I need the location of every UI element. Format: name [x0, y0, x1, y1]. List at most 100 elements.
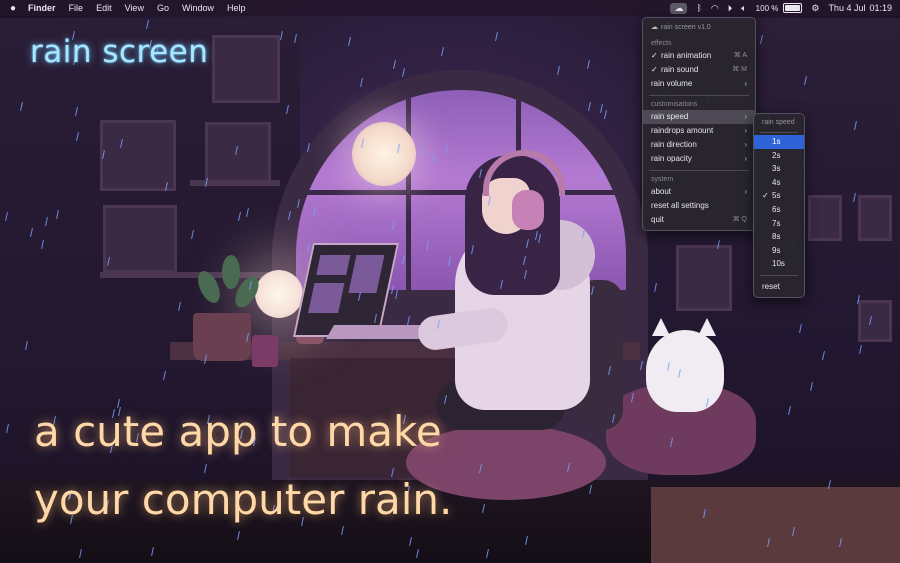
raindrop: [393, 59, 396, 70]
plant-leaf: [222, 255, 240, 289]
menu-header: ☁ rain screen v1.0: [643, 21, 755, 35]
wall-frame: [808, 195, 842, 241]
section-system: system: [651, 176, 674, 183]
menu-item-rain-opacity[interactable]: rain opacity ›: [643, 152, 755, 166]
menu-finder[interactable]: Finder: [28, 3, 56, 13]
submenu-header: rain speed: [762, 119, 795, 126]
battery-icon[interactable]: [783, 3, 803, 13]
rain-speed-submenu: rain speed 1s 2s 3s 4s ✓ 5s 6s 7s 8s 9s 1…: [753, 113, 805, 298]
speed-option-label: 9s: [772, 245, 781, 255]
quit-label: quit: [651, 215, 664, 224]
bluetooth-icon[interactable]: ᛒ: [696, 3, 701, 13]
rain-direction-label: rain direction: [651, 140, 697, 149]
shelf: [190, 180, 280, 186]
reset-all-label: reset all settings: [651, 201, 709, 210]
rain-screen-icon[interactable]: ☁: [670, 2, 688, 14]
speed-option-label: 3s: [772, 164, 781, 174]
menu-item-rain-animation[interactable]: ✓ rain animation ⌘ A: [643, 49, 755, 63]
menu-item-rain-volume[interactable]: rain volume ›: [643, 77, 755, 91]
section-effects: effects: [651, 40, 672, 47]
battery-percent[interactable]: 100 %: [756, 4, 779, 13]
rain-opacity-label: rain opacity: [651, 154, 692, 163]
menu-version: rain screen v1.0: [661, 23, 711, 31]
menu-separator: [649, 95, 749, 96]
chevron-right-icon: ›: [744, 187, 747, 196]
menu-separator: [760, 132, 798, 133]
menubar-clock[interactable]: Thu 4 Jul 01:19: [828, 3, 892, 13]
menu-file[interactable]: File: [69, 3, 84, 13]
menu-item-rain-direction[interactable]: rain direction ›: [643, 138, 755, 152]
checkmark-icon: ✓: [762, 191, 769, 201]
wall-frame: [212, 35, 280, 103]
speed-option-label: 7s: [772, 218, 781, 228]
rain-sound-label: rain sound: [661, 65, 699, 74]
about-label: about: [651, 187, 672, 196]
raindrop: [600, 103, 603, 114]
clock-time: 01:19: [869, 3, 892, 13]
wall-frame: [205, 122, 271, 183]
menu-item-quit[interactable]: quit ⌘ Q: [643, 213, 755, 227]
speed-option-7s[interactable]: 7s: [754, 217, 804, 231]
rain-cloud-icon: ☁: [651, 24, 658, 31]
speed-option-label: 1s: [772, 137, 781, 146]
speed-option-8s[interactable]: 8s: [754, 230, 804, 244]
speed-option-label: 10s: [772, 259, 785, 269]
app-title-overlay: rain screen: [30, 34, 209, 70]
play-icon[interactable]: ⏵: [728, 3, 733, 14]
speed-reset[interactable]: reset: [754, 280, 804, 294]
speed-option-10s[interactable]: 10s: [754, 257, 804, 271]
volume-icon[interactable]: 🔈︎: [741, 3, 746, 14]
speed-option-6s[interactable]: 6s: [754, 203, 804, 217]
speed-option-2s[interactable]: 2s: [754, 149, 804, 163]
menu-item-about[interactable]: about ›: [643, 185, 755, 199]
tagline-line-2: your computer rain.: [34, 475, 453, 524]
menu-help[interactable]: Help: [227, 3, 246, 13]
raindrop: [441, 46, 444, 57]
menu-item-rain-speed[interactable]: rain speed ›: [643, 110, 755, 124]
chevron-right-icon: ›: [744, 154, 747, 163]
raindrop: [402, 67, 405, 78]
quit-shortcut: ⌘ Q: [732, 216, 747, 223]
speed-option-label: 2s: [772, 150, 781, 160]
tagline-line-1: a cute app to make: [34, 407, 442, 456]
menu-view[interactable]: View: [125, 3, 144, 13]
raindrops-amount-label: raindrops amount: [651, 126, 714, 135]
menu-item-raindrops-amount[interactable]: raindrops amount ›: [643, 124, 755, 138]
speed-option-9s[interactable]: 9s: [754, 244, 804, 258]
rain-animation-shortcut: ⌘ A: [733, 52, 747, 59]
menu-item-rain-sound[interactable]: ✓ rain sound ⌘ M: [643, 63, 755, 77]
speed-reset-label: reset: [762, 281, 780, 291]
raindrop: [495, 31, 498, 42]
section-customisations: customisations: [651, 101, 698, 108]
chevron-right-icon: ›: [744, 126, 747, 135]
raindrop: [588, 101, 591, 112]
rain-screen-menu: ☁ rain screen v1.0 effects ✓ rain animat…: [642, 17, 756, 231]
menu-window[interactable]: Window: [182, 3, 214, 13]
chevron-right-icon: ›: [744, 112, 747, 121]
raindrop: [348, 36, 351, 47]
menu-item-reset-all[interactable]: reset all settings: [643, 199, 755, 213]
speed-option-label: 6s: [772, 204, 781, 214]
control-center-icon[interactable]: ⚙: [811, 3, 819, 14]
tagline: a cute app to make your computer rain.: [34, 398, 494, 534]
menu-edit[interactable]: Edit: [96, 3, 112, 13]
speed-option-1s[interactable]: 1s: [754, 135, 804, 149]
speed-option-label: 5s: [772, 191, 781, 201]
moon: [352, 122, 416, 186]
speed-option-4s[interactable]: 4s: [754, 176, 804, 190]
wifi-icon[interactable]: ◠: [711, 3, 719, 14]
wall-frame: [858, 195, 892, 241]
headphones-cup: [512, 190, 544, 230]
speed-option-3s[interactable]: 3s: [754, 162, 804, 176]
menu-go[interactable]: Go: [157, 3, 169, 13]
rain-sound-shortcut: ⌘ M: [732, 66, 747, 73]
clock-date: Thu 4 Jul: [828, 3, 866, 13]
rain-speed-label: rain speed: [651, 112, 689, 121]
wall-frame: [676, 245, 732, 311]
lamp: [255, 270, 303, 318]
chevron-right-icon: ›: [744, 140, 747, 149]
raindrop: [587, 59, 590, 70]
apple-icon[interactable]: ●: [10, 3, 16, 14]
cat: [646, 330, 724, 412]
speed-option-5s[interactable]: ✓ 5s: [754, 189, 804, 203]
